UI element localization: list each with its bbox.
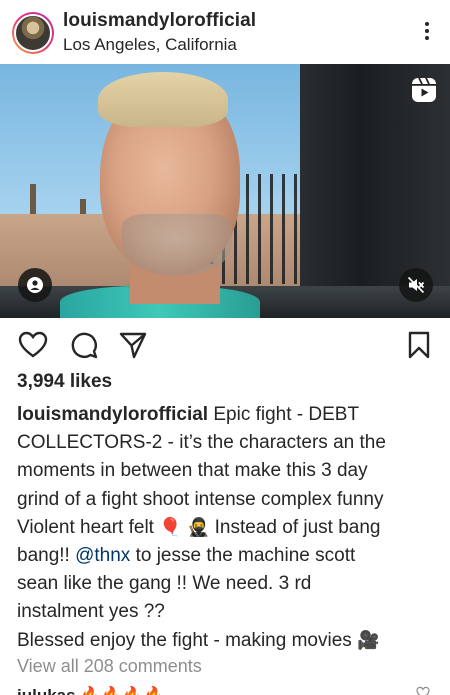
bookmark-icon[interactable]	[404, 330, 434, 360]
post-header: louismandylorofficial Los Angeles, Calif…	[0, 0, 450, 64]
caption-text: moments in between that make this 3 day	[17, 460, 368, 482]
caption-text: to jesse the machine scott	[130, 545, 356, 567]
caption-text: Violent heart felt	[17, 516, 160, 538]
caption-text: instalment yes ??	[17, 601, 165, 623]
camera-emoji: 🎥	[357, 629, 380, 651]
caption-username[interactable]: louismandylorofficial	[17, 404, 208, 425]
comment-icon[interactable]	[69, 330, 99, 360]
post-media[interactable]	[0, 64, 450, 318]
view-all-comments-link[interactable]: View all 208 comments	[17, 656, 202, 677]
avatar[interactable]	[12, 12, 54, 54]
more-vertical-icon[interactable]	[424, 22, 430, 44]
caption-text: Blessed enjoy the fight - making movies	[17, 629, 358, 651]
comment-username[interactable]: iulukas	[17, 686, 76, 695]
post-actions	[0, 326, 450, 362]
user-tag-icon	[27, 277, 43, 293]
caption-text: bang!!	[17, 545, 76, 567]
user-tag-button[interactable]	[18, 268, 52, 302]
caption-text: Instead of just bang	[209, 516, 381, 538]
caption-text: sean like the gang !! We need. 3 rd	[17, 573, 312, 595]
ninja-emoji: 🥷	[186, 516, 210, 538]
likes-count[interactable]: 3,994 likes	[17, 371, 112, 393]
heart-icon[interactable]	[18, 330, 48, 360]
caption-text: Epic fight - DEBT	[208, 404, 360, 425]
balloon-emoji: 🎈	[159, 516, 182, 538]
comment-text: 🔥🔥🔥🔥	[80, 686, 165, 695]
caption-mention[interactable]: @thnx	[75, 545, 130, 566]
comment-preview: iulukas 🔥🔥🔥🔥	[17, 686, 164, 695]
comment-heart-icon[interactable]	[416, 686, 430, 695]
post-username[interactable]: louismandylorofficial	[63, 10, 256, 32]
reels-icon	[410, 76, 438, 104]
caption-text: grind of a fight shoot intense complex f…	[17, 488, 384, 510]
mute-icon	[407, 276, 425, 294]
post-caption: louismandylorofficial Epic fight - DEBT …	[17, 401, 437, 655]
mute-button[interactable]	[399, 268, 433, 302]
share-icon[interactable]	[118, 330, 148, 360]
caption-text: COLLECTORS-2 - it’s the characters an th…	[17, 432, 386, 454]
post-location[interactable]: Los Angeles, California	[63, 35, 237, 55]
